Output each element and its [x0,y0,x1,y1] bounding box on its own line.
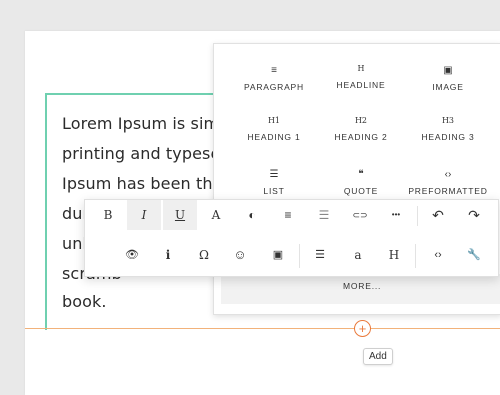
heading-icon[interactable]: H [377,240,411,270]
format-label: HEADING 2 [334,132,388,142]
code-icon: ‹› [444,169,452,180]
format-heading-1[interactable]: H1 HEADING 1 [229,114,319,142]
image-icon[interactable]: ▣ [261,240,295,270]
toolbar-divider [417,206,418,226]
horizontal-rule-icon[interactable]: ☰ [307,200,341,230]
heading-3-icon: H3 [441,116,455,125]
bold-button[interactable]: B [91,200,125,230]
info-icon[interactable]: i [151,240,185,270]
redo-icon[interactable]: ↷ [457,200,491,230]
insert-line [25,328,500,329]
format-label: QUOTE [343,186,379,196]
format-image[interactable]: ▣ IMAGE [403,64,493,92]
toolbar-divider [415,244,416,268]
format-heading-3[interactable]: H3 HEADING 3 [403,114,493,142]
italic-button[interactable]: I [127,200,161,230]
wrench-icon[interactable]: 🔧 [457,240,491,270]
format-label: HEADING 3 [421,132,475,142]
text-line[interactable]: Ipsum has been the [62,174,223,193]
preview-icon[interactable]: 👁 [115,240,149,270]
image-icon: ▣ [443,65,453,76]
special-char-icon[interactable]: Ω [187,240,221,270]
format-quote[interactable]: ❝ QUOTE [316,168,406,196]
format-label: HEADLINE [336,80,386,90]
format-label: LIST [263,186,285,196]
heading-2-icon: H2 [354,116,368,125]
align-icon[interactable]: ≡ [271,200,305,230]
heading-1-icon: H1 [267,116,281,125]
link-icon[interactable]: ⊂⊃ [343,200,377,230]
format-label: PARAGRAPH [244,82,304,92]
undo-icon[interactable]: ↶ [421,200,455,230]
formatting-toolbar: B I U A ◐ ≡ ☰ ⊂⊃ ••• ↶ ↷ 👁 i Ω ☺ ▣ ☰ a H… [84,199,499,277]
lowercase-icon[interactable]: a [341,240,375,270]
contrast-icon[interactable]: ◐ [235,200,269,230]
format-label: PREFORMATTED [408,186,488,196]
quote-icon: ❝ [358,169,364,180]
underline-button[interactable]: U [163,200,197,230]
emoji-icon[interactable]: ☺ [223,240,257,270]
text-line[interactable]: printing and typesetti [62,144,238,163]
add-tooltip: Add [363,348,393,365]
list-icon: ☰ [269,169,279,180]
paragraph-icon: ≡ [271,65,277,76]
more-formats-button[interactable]: MORE... [343,281,381,291]
toolbar-divider [299,244,300,268]
format-label: IMAGE [432,82,464,92]
list-icon[interactable]: ☰ [303,240,337,270]
font-button[interactable]: A [199,200,233,230]
format-preformatted[interactable]: ‹› PREFORMATTED [403,168,493,196]
format-label: HEADING 1 [247,132,301,142]
more-icon[interactable]: ••• [379,200,413,230]
code-icon[interactable]: ‹› [421,240,455,270]
add-block-button[interactable]: + [354,320,371,337]
format-paragraph[interactable]: ≡ PARAGRAPH [229,64,319,92]
format-heading-2[interactable]: H2 HEADING 2 [316,114,406,142]
headline-icon: H [357,64,365,73]
format-headline[interactable]: H HEADLINE [316,62,406,90]
format-list[interactable]: ☰ LIST [229,168,319,196]
text-line[interactable]: book. [62,292,107,311]
